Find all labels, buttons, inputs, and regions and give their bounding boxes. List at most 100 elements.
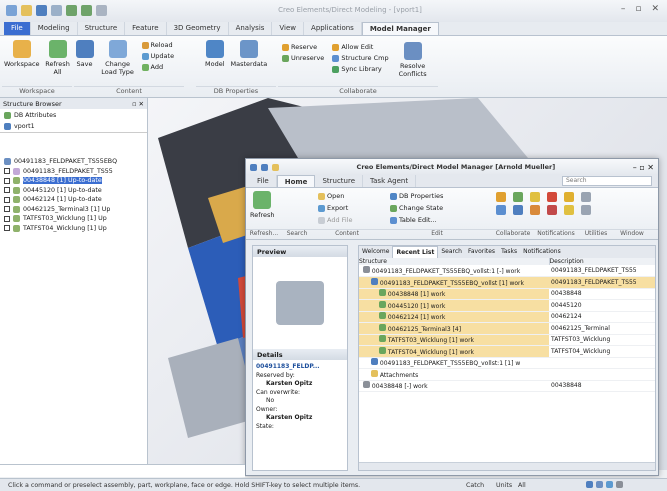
utilities-icon[interactable] [564,205,574,215]
table-row[interactable]: 00438848 [-] work 00438848 [359,380,655,392]
mm-tab-file[interactable]: File [250,175,277,187]
units-value[interactable]: All [518,482,526,489]
notification-icon[interactable] [530,192,540,202]
vport-selector[interactable]: vport1 [0,121,147,133]
tab-applications[interactable]: Applications [304,22,362,35]
panel-tab-notifications[interactable]: Notifications [520,246,564,258]
window-icon[interactable] [581,192,591,202]
command-line-input[interactable] [0,464,245,477]
table-row[interactable]: 00491183_FELDPAKET_TS55EBQ_vollst [1] wo… [359,276,655,289]
tree-item[interactable]: 00438848 [1] Up-to-date [0,176,147,186]
mm-table-edit-button[interactable]: Table Edit... [390,215,443,225]
visibility-checkbox[interactable] [4,168,10,175]
visibility-checkbox[interactable] [4,215,10,222]
visibility-checkbox[interactable] [4,187,10,194]
collaborate-icon[interactable] [513,205,523,215]
print-icon[interactable] [51,5,62,16]
save-icon[interactable] [36,5,47,16]
view-icon[interactable] [586,481,593,488]
unreserve-button[interactable]: Unreserve [282,53,324,63]
mm-db-properties-button[interactable]: DB Properties [390,191,443,201]
redo-icon[interactable] [81,5,92,16]
column-header-structure[interactable]: Structure [359,258,550,265]
horizontal-scrollbar[interactable] [359,462,655,470]
update-button[interactable]: Update [141,51,174,61]
tree-item[interactable]: 00462124 [1] Up-to-date [0,195,147,205]
visibility-checkbox[interactable] [4,225,10,232]
collaborate-icon[interactable] [513,192,523,202]
view-icon[interactable] [616,481,623,488]
tab-model-manager[interactable]: Model Manager [361,22,439,35]
tree-item[interactable]: 00491183_FELDPAKET_TS55 [0,167,147,177]
catch-label[interactable]: Catch [466,482,484,489]
tab-file[interactable]: File [4,22,31,35]
notification-icon[interactable] [547,192,557,202]
panel-tab-favorites[interactable]: Favorites [465,246,498,258]
structure-cmp-button[interactable]: Structure Cmp [332,53,389,63]
reserve-button[interactable]: Reserve [282,42,324,52]
minimize-icon[interactable]: – [621,4,626,14]
mm-add-file-button[interactable]: Add File [318,215,353,225]
panel-tab-tasks[interactable]: Tasks [498,246,520,258]
mm-tab-home[interactable]: Home [276,175,316,187]
save-button[interactable]: Save [75,40,94,76]
visibility-checkbox[interactable] [4,177,10,184]
visibility-checkbox[interactable] [4,196,10,203]
table-row[interactable]: TATFST04_Wicklung [1] work TATFST04_Wickl… [359,345,655,358]
table-row[interactable]: Attachments [359,368,655,381]
tab-analysis[interactable]: Analysis [229,22,273,35]
db-attributes-tab[interactable]: DB Attributes [0,109,147,121]
utilities-icon[interactable] [564,192,574,202]
model-button[interactable]: Model [205,40,225,68]
tab-modeling[interactable]: Modeling [31,22,78,35]
workspace-button[interactable]: Workspace [4,40,40,76]
mm-change-state-button[interactable]: Change State [390,203,443,213]
pin-close-icon[interactable]: ▫ ✕ [132,100,144,108]
allow-edit-button[interactable]: Allow Edit [332,42,388,52]
tab-view[interactable]: View [272,22,305,35]
view-icon[interactable] [596,481,603,488]
add-button[interactable]: Add [141,62,175,72]
collaborate-icon[interactable] [496,192,506,202]
window-controls[interactable]: – ▫ ✕ [633,163,654,172]
notification-icon[interactable] [530,205,540,215]
tree-item[interactable]: 00462125_Terminal3 [1] Up [0,205,147,215]
open-icon[interactable] [272,163,279,171]
panel-tab-recent-list[interactable]: Recent List [392,246,439,258]
collaborate-icon[interactable] [496,205,506,215]
resolve-conflicts-button[interactable]: Resolve Conflicts [397,42,429,78]
undo-icon[interactable] [66,5,77,16]
search-input[interactable]: Search [562,176,652,186]
sync-library-button[interactable]: Sync Library [332,64,388,74]
table-row[interactable]: 00462124 [1] work 00462124 [359,311,655,323]
tab-structure[interactable]: Structure [78,22,126,35]
window-icon[interactable] [581,205,591,215]
masterdata-button[interactable]: Masterdata [231,40,267,68]
table-row[interactable]: 00491183_FELDPAKET_TS55EBQ_vollst:1 [-] … [359,265,655,277]
mm-export-button[interactable]: Export [318,203,353,213]
reload-button[interactable]: Reload [141,40,175,50]
panel-tab-search[interactable]: Search [438,246,465,258]
view-icon[interactable] [606,481,613,488]
panel-tab-welcome[interactable]: Welcome [359,246,392,258]
mm-open-button[interactable]: Open [318,191,353,201]
tree-item[interactable]: 00445120 [1] Up-to-date [0,186,147,196]
notification-icon[interactable] [547,205,557,215]
tree-item[interactable]: TATFST03_Wicklung [1] Up [0,214,147,224]
table-row[interactable]: TATFST03_Wicklung [1] work TATFST03_Wickl… [359,334,655,346]
mm-tab-task-agent[interactable]: Task Agent [363,175,417,187]
tab-3d-geometry[interactable]: 3D Geometry [167,22,229,35]
open-icon[interactable] [21,5,32,16]
column-header-description[interactable]: Description [549,258,655,265]
tree-item[interactable]: TATFST04_Wicklung [1] Up [0,224,147,234]
table-row[interactable]: 00438848 [1] work 00438848 [359,288,655,300]
maximize-icon[interactable]: ▫ [635,4,641,14]
refresh-all-button[interactable]: Refresh All [45,40,70,76]
mm-refresh-button[interactable]: Refresh [250,191,275,219]
tab-feature[interactable]: Feature [125,22,167,35]
table-row[interactable]: 00491183_FELDPAKET_TS55EBQ_vollst:1 [1] … [359,357,655,369]
save-icon[interactable] [261,163,268,171]
close-icon[interactable]: ✕ [651,4,659,14]
table-row[interactable]: 00445120 [1] work 00445120 [359,299,655,312]
visibility-checkbox[interactable] [4,206,10,213]
